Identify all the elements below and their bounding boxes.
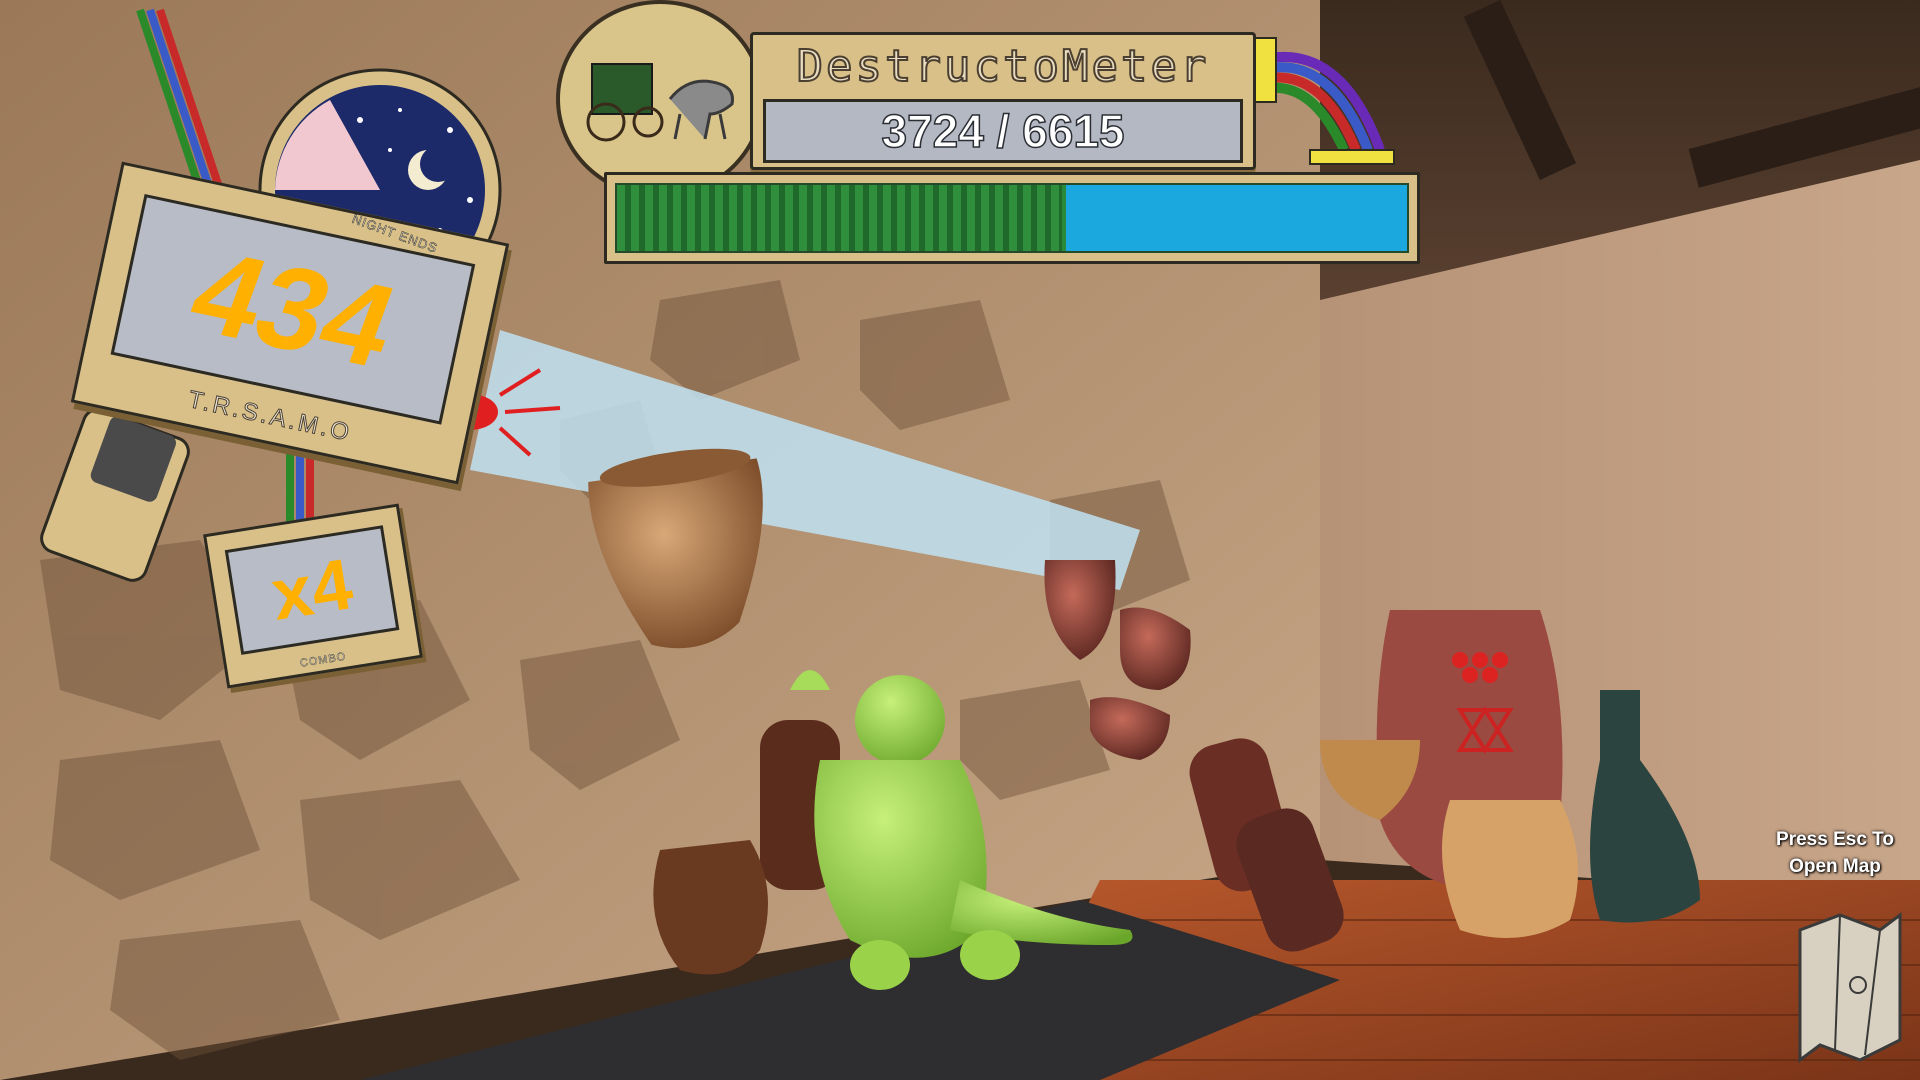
horse-carriage-icon — [556, 0, 764, 198]
destructometer-readout: 3724 / 6615 — [763, 99, 1243, 163]
open-map-hint: Press Esc To Open Map — [1760, 826, 1910, 880]
map-hint-line-1: Press Esc To — [1776, 829, 1894, 850]
map-hint-line-2: Open Map — [1789, 856, 1881, 877]
destructometer-panel: DestructoMeter 3724 / 6615 — [750, 32, 1256, 170]
combo-screen: x4 — [224, 525, 400, 655]
radio-gadget-icon — [40, 408, 190, 582]
rainbow-pipe — [1258, 51, 1385, 153]
combo-panel: x4 COMBO — [203, 503, 423, 689]
folded-map-icon — [1798, 912, 1902, 1063]
destructometer-progress-bar — [615, 183, 1409, 253]
combo-value: x4 — [266, 544, 358, 636]
destructometer-title: DestructoMeter — [796, 40, 1210, 93]
score-value: 434 — [173, 226, 412, 393]
destructometer-progress-fill — [617, 185, 1066, 251]
destructometer-bar-frame — [604, 172, 1420, 264]
